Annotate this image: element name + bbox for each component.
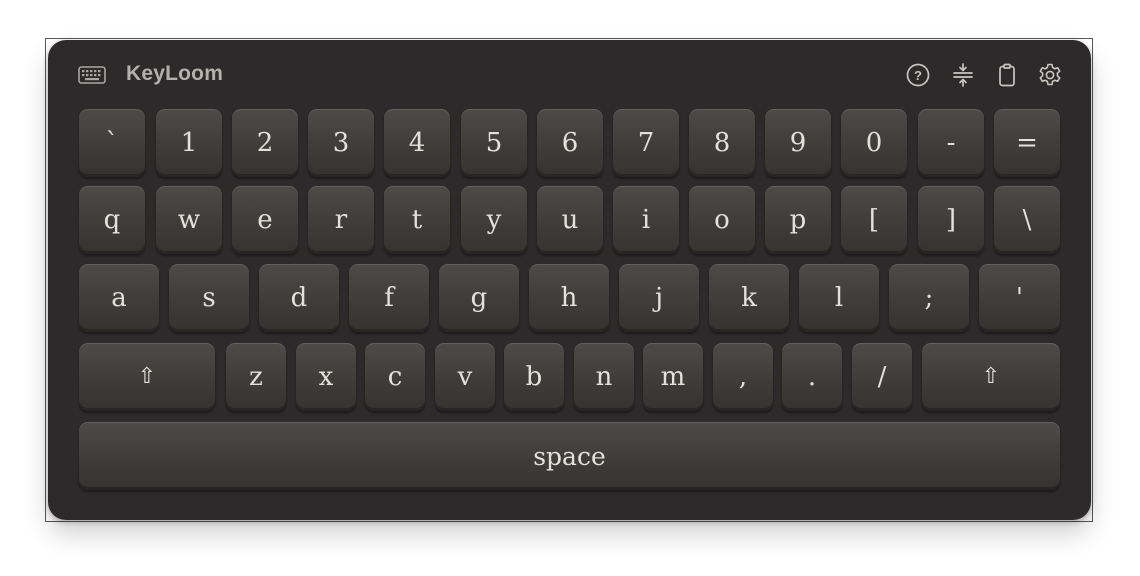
clipboard-icon [999, 63, 1015, 87]
key-o[interactable]: o [689, 186, 755, 254]
key-k[interactable]: k [709, 264, 789, 332]
key-semicolon[interactable]: ; [889, 264, 969, 332]
key-quote[interactable]: ' [979, 264, 1060, 332]
key-1[interactable]: 1 [156, 109, 222, 177]
key-left-bracket[interactable]: [ [841, 186, 907, 254]
svg-text:?: ? [914, 68, 922, 83]
key-comma[interactable]: , [713, 343, 773, 411]
key-left-shift[interactable]: ⇧ [79, 343, 215, 411]
split-keyboard-button[interactable] [950, 62, 976, 88]
key-equals[interactable]: = [994, 109, 1060, 177]
key-right-bracket[interactable]: ] [918, 186, 984, 254]
key-l[interactable]: l [799, 264, 879, 332]
key-y[interactable]: y [461, 186, 527, 254]
key-w[interactable]: w [156, 186, 222, 254]
key-b[interactable]: b [504, 343, 564, 411]
key-backtick[interactable]: ` [79, 109, 145, 177]
key-right-shift[interactable]: ⇧ [922, 343, 1060, 411]
key-z[interactable]: z [226, 343, 286, 411]
key-9[interactable]: 9 [765, 109, 831, 177]
key-i[interactable]: i [613, 186, 679, 254]
key-n[interactable]: n [574, 343, 634, 411]
key-0[interactable]: 0 [841, 109, 907, 177]
key-e[interactable]: e [232, 186, 298, 254]
key-space[interactable]: space [79, 422, 1060, 490]
key-x[interactable]: x [296, 343, 356, 411]
split-icon [953, 63, 973, 87]
key-7[interactable]: 7 [613, 109, 679, 177]
key-g[interactable]: g [439, 264, 519, 332]
key-h[interactable]: h [529, 264, 609, 332]
shift-icon: ⇧ [981, 364, 1001, 389]
key-backslash[interactable]: \ [994, 186, 1060, 254]
key-p[interactable]: p [765, 186, 831, 254]
key-d[interactable]: d [259, 264, 339, 332]
shift-icon: ⇧ [137, 364, 157, 389]
key-s[interactable]: s [169, 264, 249, 332]
key-period[interactable]: . [782, 343, 842, 411]
settings-button[interactable] [1037, 62, 1063, 88]
settings-icon [1039, 63, 1061, 86]
keyboard-panel: KeyLoom ? ` 1 2 3 4 5 6 7 8 9 0 - = q w … [48, 40, 1091, 520]
key-f[interactable]: f [349, 264, 429, 332]
keyboard-icon [78, 66, 106, 84]
help-icon: ? [906, 63, 930, 87]
key-3[interactable]: 3 [308, 109, 374, 177]
key-c[interactable]: c [365, 343, 425, 411]
clipboard-button[interactable] [994, 62, 1020, 88]
help-button[interactable]: ? [905, 62, 931, 88]
key-a[interactable]: a [79, 264, 159, 332]
key-minus[interactable]: - [918, 109, 984, 177]
app-title: KeyLoom [126, 62, 224, 85]
key-slash[interactable]: / [852, 343, 912, 411]
key-4[interactable]: 4 [384, 109, 450, 177]
key-8[interactable]: 8 [689, 109, 755, 177]
key-2[interactable]: 2 [232, 109, 298, 177]
key-m[interactable]: m [643, 343, 703, 411]
key-t[interactable]: t [384, 186, 450, 254]
key-6[interactable]: 6 [537, 109, 603, 177]
key-u[interactable]: u [537, 186, 603, 254]
key-r[interactable]: r [308, 186, 374, 254]
key-v[interactable]: v [435, 343, 495, 411]
key-j[interactable]: j [619, 264, 699, 332]
key-5[interactable]: 5 [461, 109, 527, 177]
key-q[interactable]: q [79, 186, 145, 254]
